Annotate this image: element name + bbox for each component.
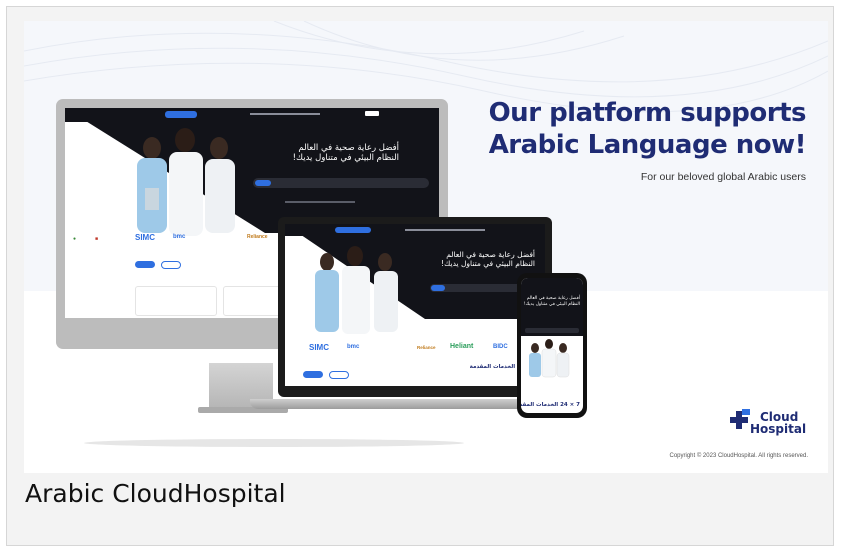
laptop-hero-line-1: أفضل رعاية صحية في العالم [446,250,535,259]
laptop-screen: أفضل رعاية صحية في العالم النظام البيئي … [285,224,545,386]
logo-bmc: bmc [347,344,360,350]
headline-line-2: Arabic Language now! [488,130,807,160]
phone-mockup: أفضل رعاية صحية في العالم النظام البيئي … [517,273,587,418]
laptop-primary-button[interactable] [303,371,323,378]
phone-hero-title: أفضل رعاية صحية في العالم النظام البيئي … [524,296,580,308]
cloudhospital-logo: Cloud Hospital [728,403,808,443]
desktop-primary-button[interactable] [135,261,155,268]
logo-bmc: bmc [173,234,186,240]
partner-logo: ● [73,236,77,242]
logo-heliant: Heliant [450,343,474,350]
laptop-hero-line-2: النظام البيئي في متناول يديك! [441,259,535,268]
card-caption[interactable]: Arabic CloudHospital [25,479,286,508]
logo-simc: SIMC [309,343,329,352]
desktop-hero-line-2: النظام البيئي في متناول يديك! [292,153,399,163]
desktop-hero-title: أفضل رعاية صحية في العالم النظام البيئي … [293,143,399,163]
logo-reliance: Reliance [247,234,268,240]
project-card[interactable]: Our platform supports Arabic Language no… [6,6,834,546]
devices-shadow [84,439,464,447]
headline-line-1: Our platform supports [488,98,807,128]
headline: Our platform supports Arabic Language no… [488,97,807,161]
phone-screen: أفضل رعاية صحية في العالم النظام البيئي … [521,278,583,413]
logo-simc: SIMC [135,233,155,242]
copyright-text: Copyright © 2023 CloudHospital. All righ… [669,453,809,459]
headline-subtitle: For our beloved global Arabic users [640,171,806,183]
logo-bidc: BIDC [493,344,508,350]
laptop-outline-button[interactable] [329,371,349,379]
phone-services-title: 7 × 24 الخدمات المقدمة [521,402,580,408]
laptop-hero-title: أفضل رعاية صحية في العالم النظام البيئي … [441,250,535,268]
phone-hero-line-2: النظام البيئي في متناول يديك! [523,302,580,307]
logo-reliance: Reliance [417,345,436,350]
logo-text-hospital: Hospital [750,422,807,436]
desktop-feature-card [135,286,217,316]
partner-logo: ■ [95,236,99,242]
desktop-hero-line-1: أفضل رعاية صحية في العالم [298,143,399,153]
promo-banner: Our platform supports Arabic Language no… [24,21,828,473]
laptop-mockup: أفضل رعاية صحية في العالم النظام البيئي … [278,217,552,397]
laptop-doctors-illustration [315,246,398,334]
desktop-outline-button[interactable] [161,261,181,269]
doctors-illustration [137,128,235,236]
